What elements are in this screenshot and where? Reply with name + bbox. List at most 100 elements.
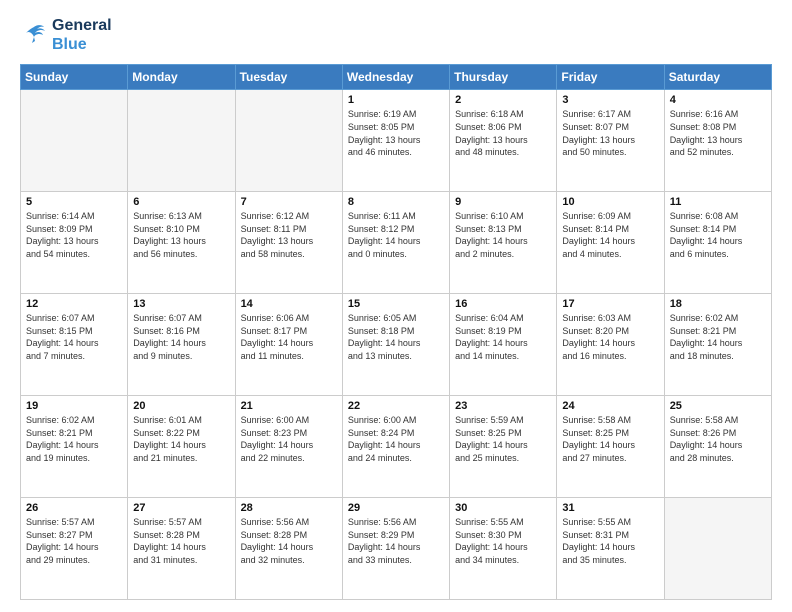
calendar-cell: 17 Sunrise: 6:03 AM Sunset: 8:20 PM Dayli…: [557, 294, 664, 396]
calendar-cell: 11 Sunrise: 6:08 AM Sunset: 8:14 PM Dayli…: [664, 192, 771, 294]
weekday-header-tuesday: Tuesday: [235, 65, 342, 90]
day-number: 11: [670, 196, 766, 208]
weekday-header-row: SundayMondayTuesdayWednesdayThursdayFrid…: [21, 65, 772, 90]
day-number: 1: [348, 94, 444, 106]
calendar-cell: 3Sunrise: 6:17 AM Sunset: 8:07 PM Daylig…: [557, 90, 664, 192]
day-info: Sunrise: 5:55 AM Sunset: 8:30 PM Dayligh…: [455, 516, 551, 566]
calendar-cell: 30 Sunrise: 5:55 AM Sunset: 8:30 PM Dayli…: [450, 498, 557, 600]
day-info: Sunrise: 6:16 AM Sunset: 8:08 PM Dayligh…: [670, 108, 766, 158]
day-info: Sunrise: 6:07 AM Sunset: 8:15 PM Dayligh…: [26, 312, 122, 362]
calendar-cell: 8 Sunrise: 6:11 AM Sunset: 8:12 PM Daylig…: [342, 192, 449, 294]
day-info: Sunrise: 6:08 AM Sunset: 8:14 PM Dayligh…: [670, 210, 766, 260]
day-info: Sunrise: 6:14 AM Sunset: 8:09 PM Dayligh…: [26, 210, 122, 260]
logo: General Blue: [20, 16, 112, 54]
calendar-cell: 5 Sunrise: 6:14 AM Sunset: 8:09 PM Daylig…: [21, 192, 128, 294]
day-number: 16: [455, 298, 551, 310]
weekday-header-monday: Monday: [128, 65, 235, 90]
day-number: 6: [133, 196, 229, 208]
calendar-cell: 13 Sunrise: 6:07 AM Sunset: 8:16 PM Dayli…: [128, 294, 235, 396]
logo-bird-icon: [20, 21, 48, 49]
day-info: Sunrise: 6:03 AM Sunset: 8:20 PM Dayligh…: [562, 312, 658, 362]
calendar-cell: 10 Sunrise: 6:09 AM Sunset: 8:14 PM Dayli…: [557, 192, 664, 294]
calendar-cell: 7Sunrise: 6:12 AM Sunset: 8:11 PM Daylig…: [235, 192, 342, 294]
day-number: 27: [133, 502, 229, 514]
day-number: 5: [26, 196, 122, 208]
day-info: Sunrise: 5:56 AM Sunset: 8:29 PM Dayligh…: [348, 516, 444, 566]
day-info: Sunrise: 6:05 AM Sunset: 8:18 PM Dayligh…: [348, 312, 444, 362]
calendar-week-row: 26 Sunrise: 5:57 AM Sunset: 8:27 PM Dayli…: [21, 498, 772, 600]
calendar-cell: 23 Sunrise: 5:59 AM Sunset: 8:25 PM Dayli…: [450, 396, 557, 498]
day-number: 10: [562, 196, 658, 208]
calendar-week-row: 5 Sunrise: 6:14 AM Sunset: 8:09 PM Daylig…: [21, 192, 772, 294]
day-number: 22: [348, 400, 444, 412]
day-info: Sunrise: 6:09 AM Sunset: 8:14 PM Dayligh…: [562, 210, 658, 260]
day-number: 31: [562, 502, 658, 514]
calendar-cell: 21Sunrise: 6:00 AM Sunset: 8:23 PM Dayli…: [235, 396, 342, 498]
calendar-cell: 14 Sunrise: 6:06 AM Sunset: 8:17 PM Dayli…: [235, 294, 342, 396]
day-number: 14: [241, 298, 337, 310]
logo-text: General Blue: [52, 16, 112, 54]
day-info: Sunrise: 5:56 AM Sunset: 8:28 PM Dayligh…: [241, 516, 337, 566]
calendar-cell: 4 Sunrise: 6:16 AM Sunset: 8:08 PM Daylig…: [664, 90, 771, 192]
day-number: 2: [455, 94, 551, 106]
calendar-week-row: 1 Sunrise: 6:19 AM Sunset: 8:05 PM Daylig…: [21, 90, 772, 192]
calendar-cell: 6 Sunrise: 6:13 AM Sunset: 8:10 PM Daylig…: [128, 192, 235, 294]
day-number: 20: [133, 400, 229, 412]
day-info: Sunrise: 6:19 AM Sunset: 8:05 PM Dayligh…: [348, 108, 444, 158]
day-number: 30: [455, 502, 551, 514]
day-info: Sunrise: 5:55 AM Sunset: 8:31 PM Dayligh…: [562, 516, 658, 566]
day-number: 15: [348, 298, 444, 310]
day-info: Sunrise: 6:17 AM Sunset: 8:07 PM Dayligh…: [562, 108, 658, 158]
day-number: 26: [26, 502, 122, 514]
weekday-header-thursday: Thursday: [450, 65, 557, 90]
day-info: Sunrise: 6:02 AM Sunset: 8:21 PM Dayligh…: [26, 414, 122, 464]
day-info: Sunrise: 6:18 AM Sunset: 8:06 PM Dayligh…: [455, 108, 551, 158]
calendar-cell: 12 Sunrise: 6:07 AM Sunset: 8:15 PM Dayli…: [21, 294, 128, 396]
day-number: 29: [348, 502, 444, 514]
weekday-header-friday: Friday: [557, 65, 664, 90]
day-number: 9: [455, 196, 551, 208]
day-number: 12: [26, 298, 122, 310]
day-info: Sunrise: 6:07 AM Sunset: 8:16 PM Dayligh…: [133, 312, 229, 362]
weekday-header-wednesday: Wednesday: [342, 65, 449, 90]
calendar-cell: 28 Sunrise: 5:56 AM Sunset: 8:28 PM Dayli…: [235, 498, 342, 600]
calendar-week-row: 12 Sunrise: 6:07 AM Sunset: 8:15 PM Dayli…: [21, 294, 772, 396]
day-number: 17: [562, 298, 658, 310]
day-info: Sunrise: 6:01 AM Sunset: 8:22 PM Dayligh…: [133, 414, 229, 464]
day-number: 18: [670, 298, 766, 310]
day-number: 23: [455, 400, 551, 412]
calendar-cell: 2 Sunrise: 6:18 AM Sunset: 8:06 PM Daylig…: [450, 90, 557, 192]
day-info: Sunrise: 5:57 AM Sunset: 8:28 PM Dayligh…: [133, 516, 229, 566]
calendar-cell: 1 Sunrise: 6:19 AM Sunset: 8:05 PM Daylig…: [342, 90, 449, 192]
day-info: Sunrise: 6:00 AM Sunset: 8:23 PM Dayligh…: [241, 414, 337, 464]
weekday-header-sunday: Sunday: [21, 65, 128, 90]
calendar-cell: 22Sunrise: 6:00 AM Sunset: 8:24 PM Dayli…: [342, 396, 449, 498]
calendar-cell: 9 Sunrise: 6:10 AM Sunset: 8:13 PM Daylig…: [450, 192, 557, 294]
day-number: 8: [348, 196, 444, 208]
calendar-cell: 19 Sunrise: 6:02 AM Sunset: 8:21 PM Dayli…: [21, 396, 128, 498]
weekday-header-saturday: Saturday: [664, 65, 771, 90]
calendar-cell: 20 Sunrise: 6:01 AM Sunset: 8:22 PM Dayli…: [128, 396, 235, 498]
day-info: Sunrise: 6:10 AM Sunset: 8:13 PM Dayligh…: [455, 210, 551, 260]
day-info: Sunrise: 6:13 AM Sunset: 8:10 PM Dayligh…: [133, 210, 229, 260]
calendar-cell: 15 Sunrise: 6:05 AM Sunset: 8:18 PM Dayli…: [342, 294, 449, 396]
day-number: 19: [26, 400, 122, 412]
day-info: Sunrise: 6:06 AM Sunset: 8:17 PM Dayligh…: [241, 312, 337, 362]
day-info: Sunrise: 6:02 AM Sunset: 8:21 PM Dayligh…: [670, 312, 766, 362]
day-info: Sunrise: 5:57 AM Sunset: 8:27 PM Dayligh…: [26, 516, 122, 566]
day-info: Sunrise: 5:58 AM Sunset: 8:26 PM Dayligh…: [670, 414, 766, 464]
calendar-cell: 25Sunrise: 5:58 AM Sunset: 8:26 PM Dayli…: [664, 396, 771, 498]
day-number: 13: [133, 298, 229, 310]
day-info: Sunrise: 5:59 AM Sunset: 8:25 PM Dayligh…: [455, 414, 551, 464]
calendar-cell: 26 Sunrise: 5:57 AM Sunset: 8:27 PM Dayli…: [21, 498, 128, 600]
day-number: 28: [241, 502, 337, 514]
calendar-cell: 24Sunrise: 5:58 AM Sunset: 8:25 PM Dayli…: [557, 396, 664, 498]
calendar-cell: 31 Sunrise: 5:55 AM Sunset: 8:31 PM Dayli…: [557, 498, 664, 600]
calendar-table: SundayMondayTuesdayWednesdayThursdayFrid…: [20, 64, 772, 600]
page: General Blue SundayMondayTuesdayWednesda…: [0, 0, 792, 612]
day-number: 7: [241, 196, 337, 208]
day-info: Sunrise: 6:04 AM Sunset: 8:19 PM Dayligh…: [455, 312, 551, 362]
header: General Blue: [20, 16, 772, 54]
day-info: Sunrise: 6:11 AM Sunset: 8:12 PM Dayligh…: [348, 210, 444, 260]
day-number: 4: [670, 94, 766, 106]
